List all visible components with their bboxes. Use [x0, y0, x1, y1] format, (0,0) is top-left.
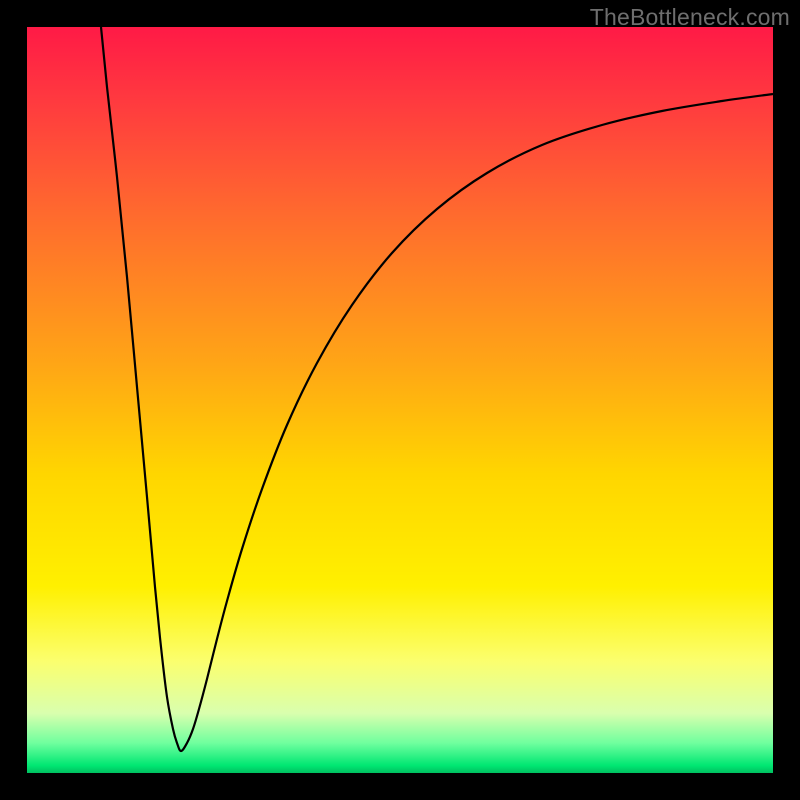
bottleneck-curve: [27, 27, 773, 773]
watermark-text: TheBottleneck.com: [590, 4, 790, 31]
plot-frame: [27, 27, 773, 773]
